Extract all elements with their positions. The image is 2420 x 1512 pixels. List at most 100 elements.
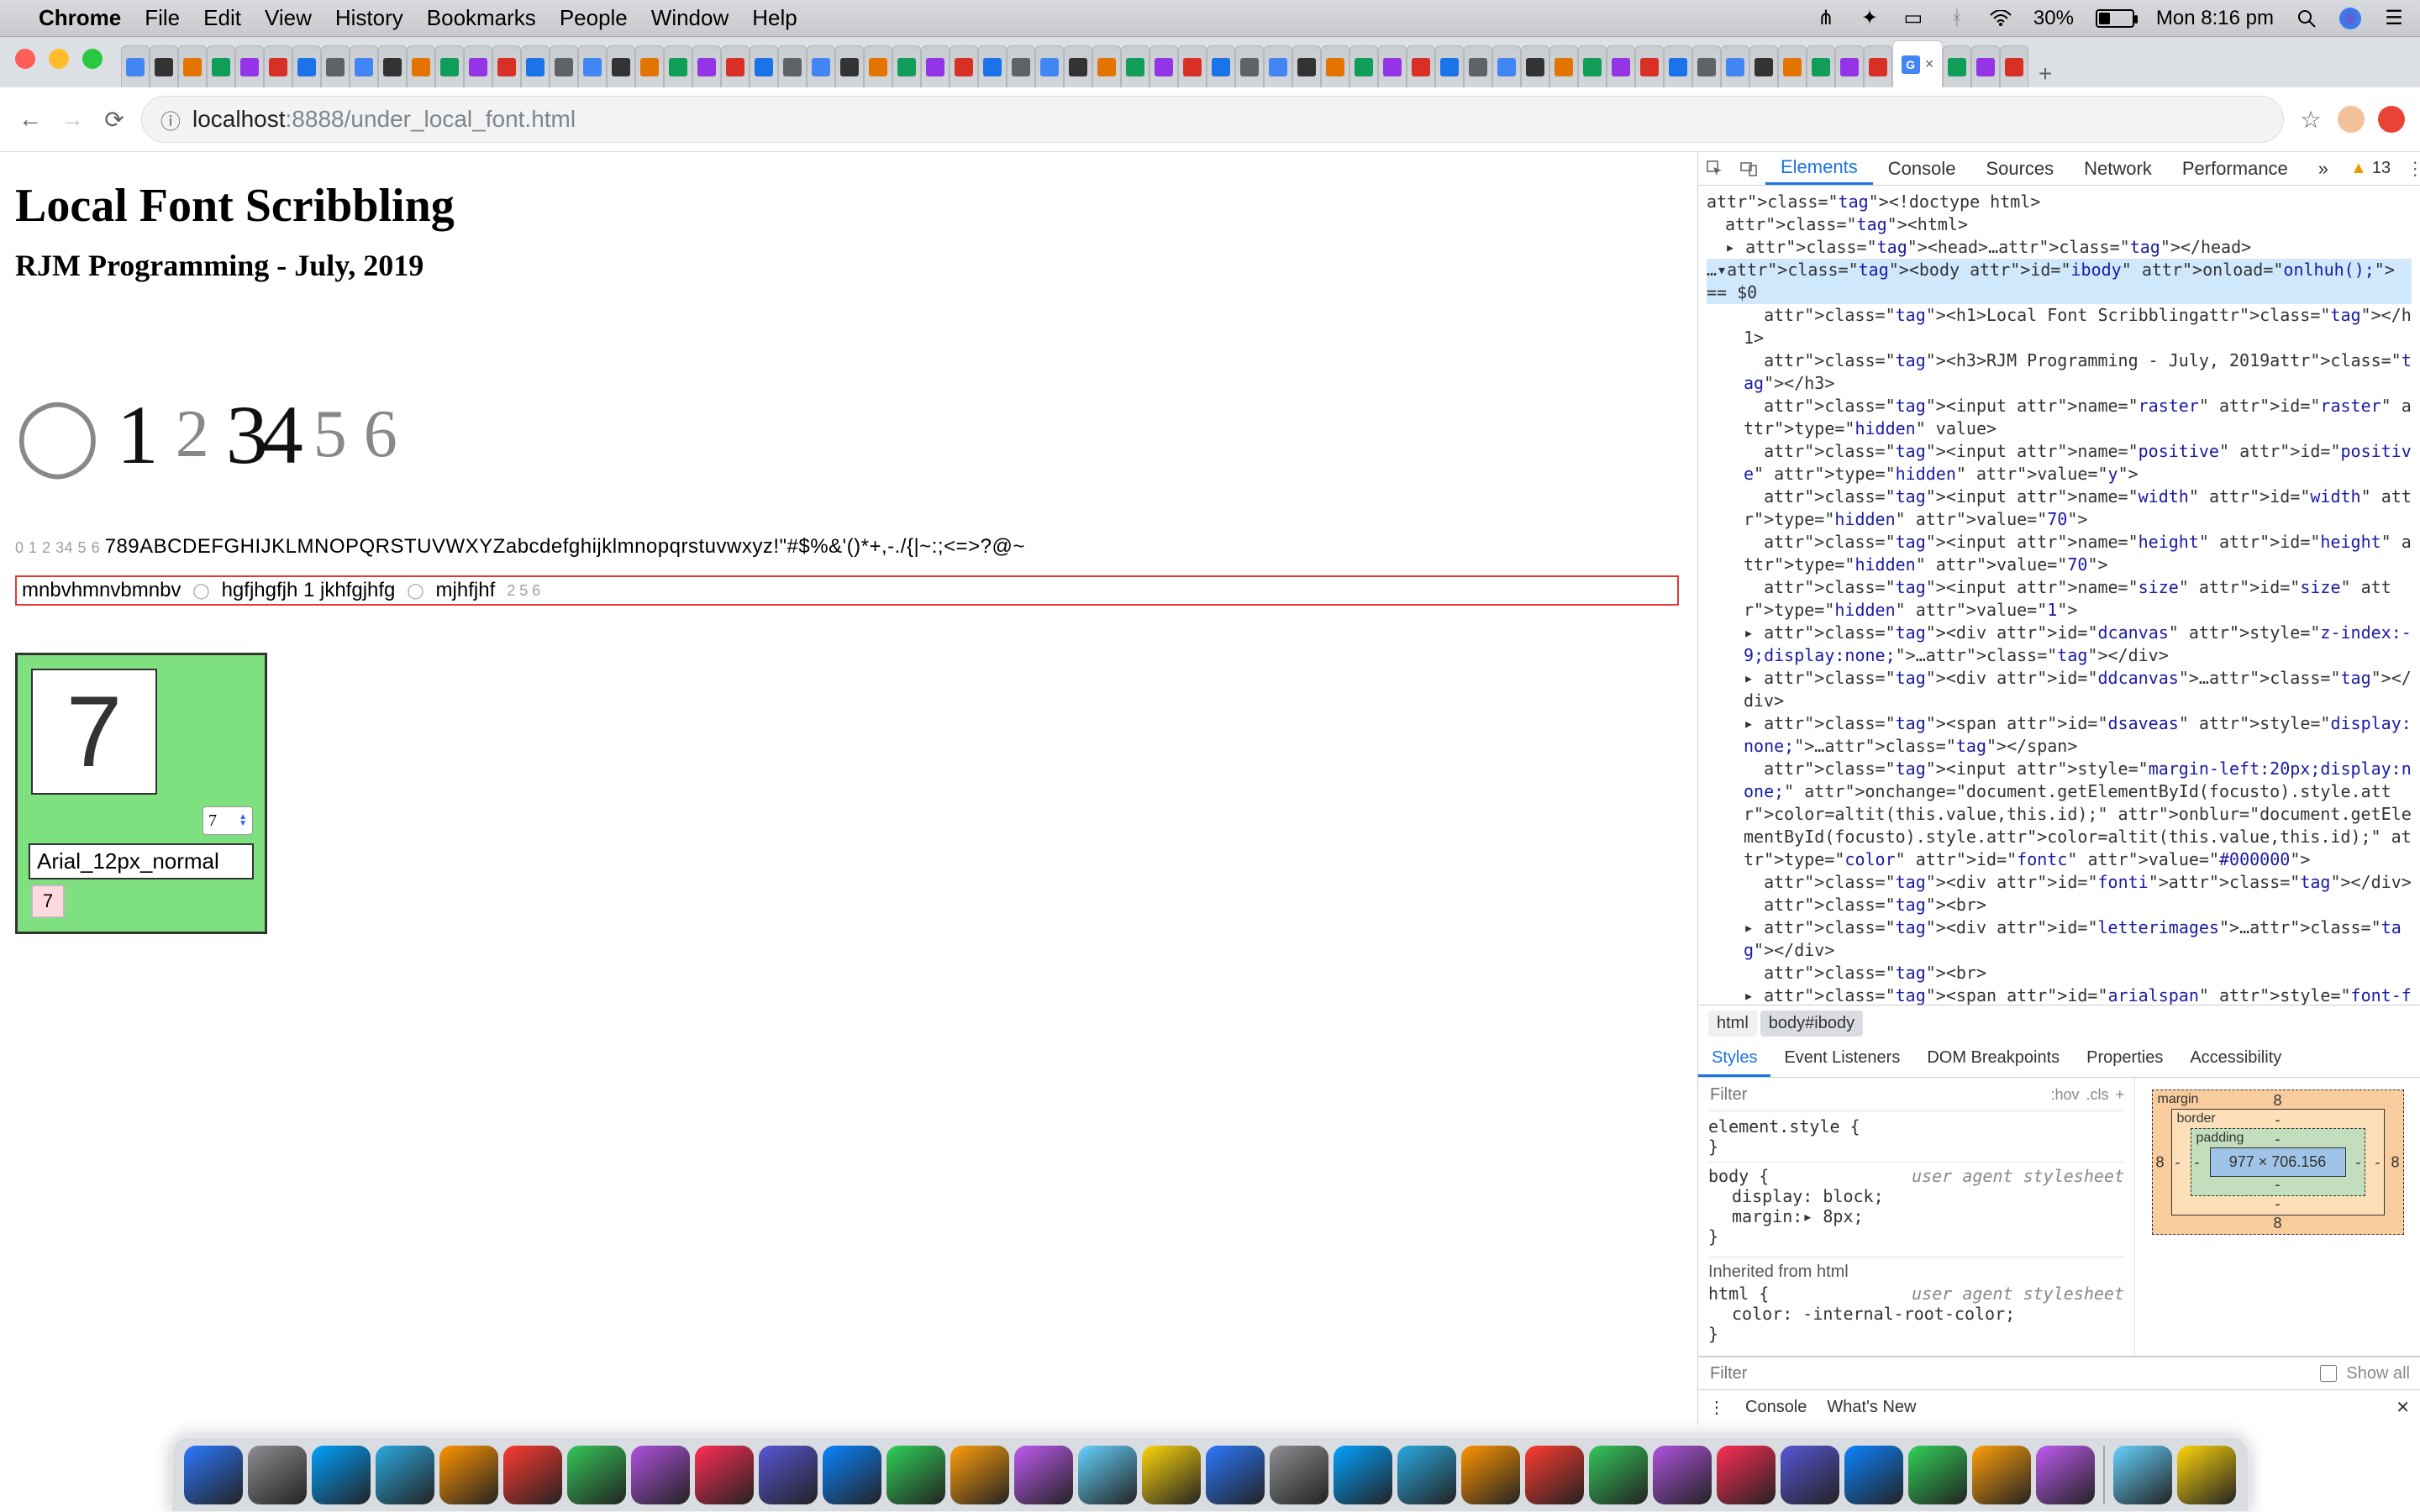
dock-app-photos[interactable] <box>759 1446 818 1504</box>
dom-tree-line[interactable]: ▸ attr">class="tag"><head>…attr">class="… <box>1707 236 2412 259</box>
browser-tab[interactable] <box>1635 45 1664 87</box>
browser-tab[interactable] <box>178 45 207 87</box>
browser-tab[interactable] <box>1150 45 1178 87</box>
tab-sources[interactable]: Sources <box>1970 152 2069 185</box>
browser-tab[interactable] <box>578 45 607 87</box>
browser-tab[interactable] <box>1692 45 1721 87</box>
browser-tab[interactable] <box>321 45 350 87</box>
browser-tab[interactable] <box>1864 45 1892 87</box>
dock-app-firefox[interactable] <box>1334 1446 1392 1504</box>
tab-network[interactable]: Network <box>2069 152 2167 185</box>
tab-close-icon[interactable]: × <box>1925 55 1934 73</box>
browser-tab[interactable] <box>1178 45 1207 87</box>
dock-app-appstore[interactable] <box>1014 1446 1073 1504</box>
browser-tab[interactable] <box>635 45 664 87</box>
window-minimize-button[interactable] <box>49 49 69 69</box>
browser-tab[interactable] <box>1121 45 1150 87</box>
extension-icon[interactable] <box>2378 106 2405 133</box>
stepper-arrows-icon[interactable]: ▲▼ <box>239 814 247 827</box>
dom-tree-line[interactable]: attr">class="tag"><!doctype html> <box>1707 191 2412 213</box>
menu-view[interactable]: View <box>265 5 312 31</box>
subtab-dom-breakpoints[interactable]: DOM Breakpoints <box>1913 1042 2073 1077</box>
dom-tree-line[interactable]: ▸ attr">class="tag"><div attr">id="dcanv… <box>1707 622 2412 667</box>
browser-tab[interactable] <box>350 45 378 87</box>
font-label[interactable]: Arial_12px_normal <box>29 843 254 879</box>
browser-tab[interactable] <box>550 45 578 87</box>
devtools-warnings[interactable]: ▲ 13 <box>2344 159 2397 178</box>
browser-tab[interactable] <box>1064 45 1092 87</box>
browser-tab[interactable] <box>1407 45 1435 87</box>
dom-tree-line[interactable]: attr">class="tag"><input attr">name="wid… <box>1707 486 2412 531</box>
breadcrumb-item[interactable]: body#ibody <box>1760 1011 1863 1037</box>
dom-tree-line[interactable]: …▾attr">class="tag"><body attr">id="ibod… <box>1707 259 2412 304</box>
drawer-tab-console[interactable]: Console <box>1745 1398 1807 1417</box>
browser-tab[interactable] <box>1292 45 1321 87</box>
browser-tab[interactable] <box>1578 45 1607 87</box>
menu-file[interactable]: File <box>145 5 180 31</box>
browser-tab[interactable] <box>978 45 1007 87</box>
menubar-clock[interactable]: Mon 8:16 pm <box>2156 7 2274 30</box>
window-close-button[interactable] <box>15 49 35 69</box>
browser-tab[interactable] <box>1664 45 1692 87</box>
tab-elements[interactable]: Elements <box>1765 152 1873 185</box>
browser-tab[interactable] <box>1943 45 1971 87</box>
dom-tree-line[interactable]: attr">class="tag"><input attr">name="ras… <box>1707 395 2412 440</box>
browser-tab[interactable] <box>1264 45 1292 87</box>
browser-tab[interactable] <box>378 45 407 87</box>
new-tab-button[interactable]: + <box>2028 60 2062 87</box>
dom-tree-line[interactable]: attr">class="tag"><h3>RJM Programming - … <box>1707 349 2412 395</box>
site-info-icon[interactable]: ⓘ <box>160 105 181 134</box>
address-bar[interactable]: ⓘ localhost:8888/under_local_font.html <box>141 96 2284 143</box>
elements-dom-tree[interactable]: attr">class="tag"><!doctype html>attr">c… <box>1698 186 2420 1005</box>
glyph-stepper[interactable]: 7 ▲▼ <box>203 806 253 835</box>
dock-app-terminal[interactable] <box>1142 1446 1201 1504</box>
browser-tab[interactable] <box>1235 45 1264 87</box>
dom-tree-line[interactable]: attr">class="tag"><div attr">id="fonti">… <box>1707 871 2412 894</box>
dock-app-maps[interactable] <box>695 1446 754 1504</box>
browser-tab[interactable] <box>1492 45 1521 87</box>
menubar-extra-icon[interactable]: ✦ <box>1859 8 1881 29</box>
browser-tab[interactable] <box>607 45 635 87</box>
tabs-overflow[interactable]: » <box>2303 152 2344 185</box>
bookmark-star-icon[interactable]: ☆ <box>2296 104 2326 134</box>
dock-app-contacts[interactable] <box>439 1446 498 1504</box>
browser-tab[interactable] <box>1607 45 1635 87</box>
browser-tab[interactable] <box>407 45 435 87</box>
browser-tab[interactable] <box>121 45 150 87</box>
browser-tab[interactable] <box>1521 45 1549 87</box>
dom-tree-line[interactable]: ▸ attr">class="tag"><div attr">id="lette… <box>1707 916 2412 962</box>
browser-tab[interactable] <box>721 45 750 87</box>
dock-app-trash[interactable] <box>2177 1446 2236 1504</box>
device-toolbar-icon[interactable] <box>1732 152 1765 185</box>
subtab-event-listeners[interactable]: Event Listeners <box>1770 1042 1913 1077</box>
computed-filter-input[interactable] <box>1708 1363 1826 1384</box>
browser-tab[interactable] <box>207 45 235 87</box>
breadcrumb-item[interactable]: html <box>1708 1011 1757 1037</box>
browser-tab[interactable] <box>435 45 464 87</box>
dock-app-vscode[interactable] <box>1206 1446 1265 1504</box>
bluetooth-icon[interactable]: ᚼ <box>1946 8 1968 29</box>
browser-tab[interactable] <box>864 45 892 87</box>
dom-tree-line[interactable]: attr">class="tag"><html> <box>1707 213 2412 236</box>
siri-icon[interactable] <box>2339 8 2361 29</box>
browser-tab[interactable] <box>2000 45 2028 87</box>
spotlight-icon[interactable] <box>2296 8 2317 29</box>
drawer-tab-whatsnew[interactable]: What's New <box>1827 1398 1916 1417</box>
browser-tab[interactable] <box>521 45 550 87</box>
browser-tab[interactable] <box>835 45 864 87</box>
dock-app-finder[interactable] <box>184 1446 243 1504</box>
dom-tree-line[interactable]: ▸ attr">class="tag"><span attr">id="dsav… <box>1707 712 2412 758</box>
subtab-styles[interactable]: Styles <box>1698 1042 1770 1077</box>
dock-app-filezilla[interactable] <box>1653 1446 1712 1504</box>
glyph-canvas[interactable]: 7 <box>31 669 157 795</box>
browser-tab[interactable] <box>921 45 950 87</box>
dom-tree-line[interactable]: attr">class="tag"><h1>Local Font Scribbl… <box>1707 304 2412 349</box>
browser-tab[interactable] <box>1092 45 1121 87</box>
browser-tab[interactable] <box>264 45 292 87</box>
subtab-accessibility[interactable]: Accessibility <box>2176 1042 2295 1077</box>
browser-tab[interactable] <box>807 45 835 87</box>
dock-app-slack[interactable] <box>1397 1446 1456 1504</box>
dock-app-calendar[interactable] <box>503 1446 562 1504</box>
dock-app-zoom[interactable] <box>1972 1446 2031 1504</box>
menu-window[interactable]: Window <box>651 5 729 31</box>
